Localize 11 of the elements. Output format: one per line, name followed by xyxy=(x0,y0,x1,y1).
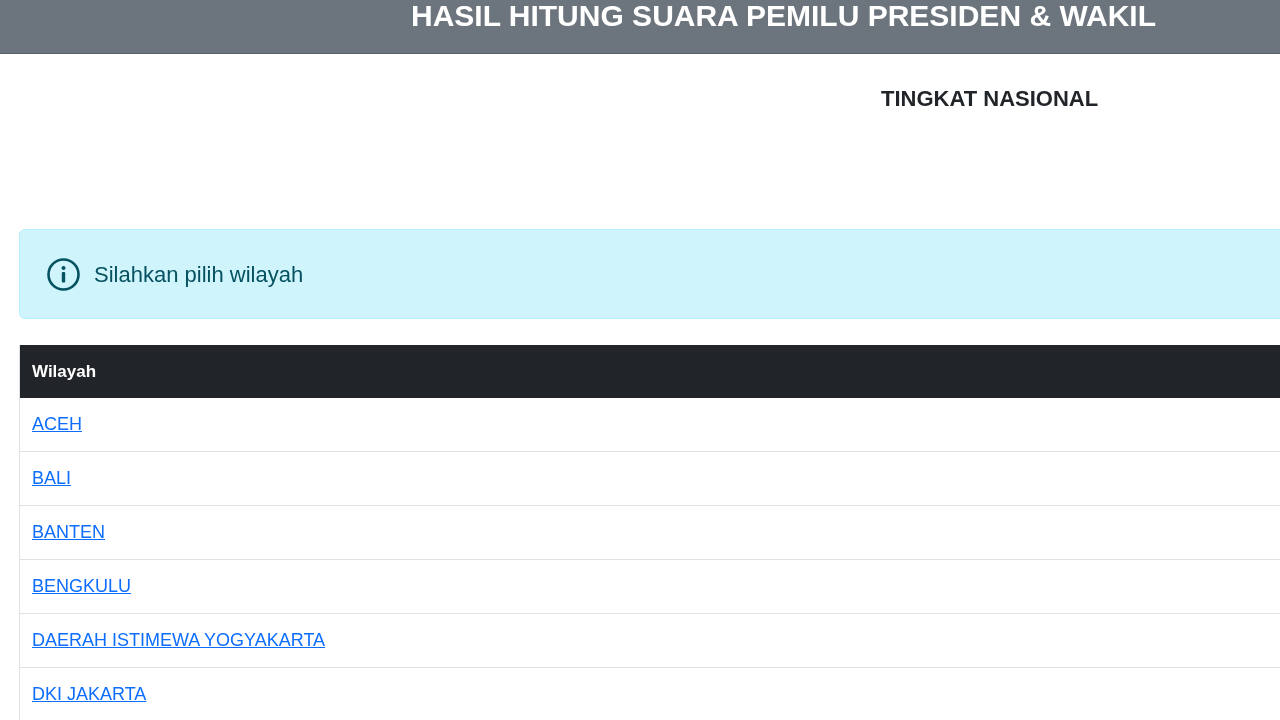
region-link[interactable]: DKI JAKARTA xyxy=(32,681,147,708)
region-link[interactable]: ACEH xyxy=(32,411,82,438)
region-link[interactable]: BALI xyxy=(32,465,72,492)
page-title: HASIL HITUNG SUARA PEMILU PRESIDEN & WAKIL xyxy=(411,0,1157,32)
page-subtitle: TINGKAT NASIONAL xyxy=(881,86,1099,112)
region-link[interactable]: DAERAH ISTIMEWA YOGYAKARTA xyxy=(32,627,326,654)
alert-message: Silahkan pilih wilayah xyxy=(94,260,304,289)
info-icon xyxy=(47,257,80,291)
region-link[interactable]: BANTEN xyxy=(32,519,105,546)
column-header: Wilayah xyxy=(32,360,97,383)
region-link[interactable]: BENGKULU xyxy=(32,573,132,600)
